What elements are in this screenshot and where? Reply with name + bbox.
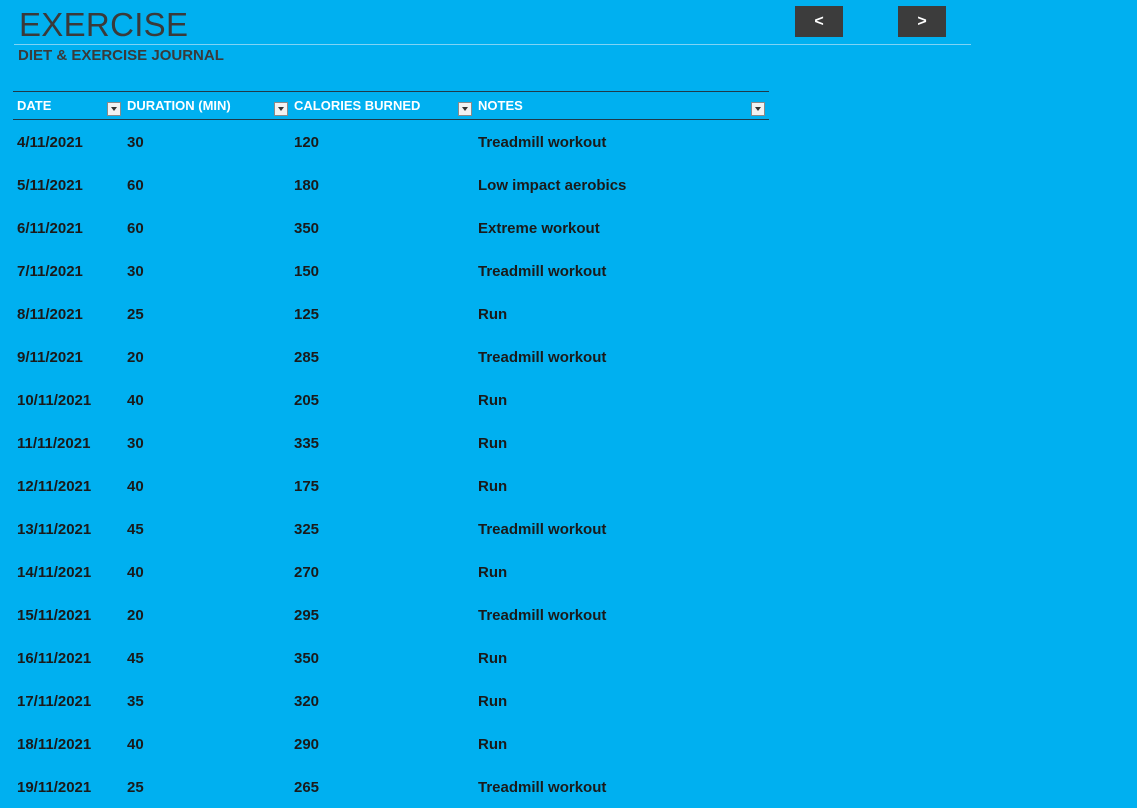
cell-date[interactable]: 19/11/2021	[17, 779, 91, 796]
column-header-date: DATE	[13, 92, 123, 119]
table-row[interactable]: 12/11/2021 40 175 Run	[13, 464, 769, 507]
filter-dropdown-icon[interactable]	[274, 102, 288, 116]
cell-date[interactable]: 6/11/2021	[17, 220, 83, 237]
cell-duration[interactable]: 45	[127, 521, 144, 538]
table-body: 4/11/2021 30 120 Treadmill workout 5/11/2021…	[13, 120, 769, 808]
cell-notes[interactable]: Run	[478, 693, 507, 710]
cell-calories[interactable]: 175	[294, 478, 319, 495]
table-row[interactable]: 16/11/2021 45 350 Run	[13, 636, 769, 679]
table-row[interactable]: 11/11/2021 30 335 Run	[13, 421, 769, 464]
cell-calories[interactable]: 290	[294, 736, 319, 753]
exercise-table: DATE DURATION (MIN) CALORIES BURNED NOTE…	[13, 91, 769, 808]
cell-calories[interactable]: 150	[294, 263, 319, 280]
cell-notes[interactable]: Treadmill workout	[478, 607, 606, 624]
cell-duration[interactable]: 30	[127, 263, 144, 280]
cell-calories[interactable]: 270	[294, 564, 319, 581]
filter-dropdown-icon[interactable]	[107, 102, 121, 116]
page-subtitle: DIET & EXERCISE JOURNAL	[18, 47, 224, 64]
table-row[interactable]: 6/11/2021 60 350 Extreme workout	[13, 206, 769, 249]
cell-duration[interactable]: 60	[127, 177, 144, 194]
column-header-label: DATE	[17, 98, 52, 113]
column-header-label: NOTES	[478, 98, 523, 113]
cell-notes[interactable]: Low impact aerobics	[478, 177, 626, 194]
cell-calories[interactable]: 265	[294, 779, 319, 796]
cell-calories[interactable]: 295	[294, 607, 319, 624]
column-header-label: DURATION (MIN)	[127, 98, 231, 113]
previous-sheet-button[interactable]: <	[795, 6, 843, 37]
cell-duration[interactable]: 25	[127, 306, 144, 323]
cell-duration[interactable]: 40	[127, 392, 144, 409]
cell-date[interactable]: 9/11/2021	[17, 349, 83, 366]
cell-duration[interactable]: 40	[127, 564, 144, 581]
cell-duration[interactable]: 20	[127, 349, 144, 366]
cell-calories[interactable]: 285	[294, 349, 319, 366]
cell-calories[interactable]: 320	[294, 693, 319, 710]
cell-notes[interactable]: Run	[478, 478, 507, 495]
filter-dropdown-icon[interactable]	[458, 102, 472, 116]
table-row[interactable]: 9/11/2021 20 285 Treadmill workout	[13, 335, 769, 378]
cell-date[interactable]: 15/11/2021	[17, 607, 91, 624]
cell-calories[interactable]: 120	[294, 134, 319, 151]
cell-date[interactable]: 12/11/2021	[17, 478, 91, 495]
filter-dropdown-icon[interactable]	[751, 102, 765, 116]
column-header-notes: NOTES	[474, 92, 769, 119]
cell-date[interactable]: 5/11/2021	[17, 177, 83, 194]
table-row[interactable]: 7/11/2021 30 150 Treadmill workout	[13, 249, 769, 292]
cell-duration[interactable]: 35	[127, 693, 144, 710]
table-header: DATE DURATION (MIN) CALORIES BURNED NOTE…	[13, 91, 769, 120]
cell-date[interactable]: 18/11/2021	[17, 736, 91, 753]
cell-date[interactable]: 4/11/2021	[17, 134, 83, 151]
cell-calories[interactable]: 125	[294, 306, 319, 323]
cell-calories[interactable]: 350	[294, 650, 319, 667]
cell-date[interactable]: 11/11/2021	[17, 435, 90, 452]
title-divider	[14, 44, 971, 45]
cell-calories[interactable]: 205	[294, 392, 319, 409]
cell-notes[interactable]: Treadmill workout	[478, 779, 606, 796]
column-header-calories: CALORIES BURNED	[290, 92, 474, 119]
cell-duration[interactable]: 60	[127, 220, 144, 237]
table-row[interactable]: 14/11/2021 40 270 Run	[13, 550, 769, 593]
table-row[interactable]: 4/11/2021 30 120 Treadmill workout	[13, 120, 769, 163]
cell-notes[interactable]: Run	[478, 650, 507, 667]
cell-notes[interactable]: Run	[478, 392, 507, 409]
table-row[interactable]: 13/11/2021 45 325 Treadmill workout	[13, 507, 769, 550]
cell-notes[interactable]: Treadmill workout	[478, 134, 606, 151]
cell-notes[interactable]: Run	[478, 564, 507, 581]
cell-notes[interactable]: Extreme workout	[478, 220, 600, 237]
cell-date[interactable]: 17/11/2021	[17, 693, 91, 710]
cell-duration[interactable]: 30	[127, 134, 144, 151]
cell-notes[interactable]: Run	[478, 736, 507, 753]
cell-date[interactable]: 7/11/2021	[17, 263, 83, 280]
column-header-label: CALORIES BURNED	[294, 98, 421, 113]
cell-duration[interactable]: 40	[127, 478, 144, 495]
cell-duration[interactable]: 40	[127, 736, 144, 753]
cell-notes[interactable]: Run	[478, 435, 507, 452]
table-row[interactable]: 18/11/2021 40 290 Run	[13, 722, 769, 765]
cell-duration[interactable]: 20	[127, 607, 144, 624]
table-row[interactable]: 17/11/2021 35 320 Run	[13, 679, 769, 722]
cell-calories[interactable]: 335	[294, 435, 319, 452]
page-title: EXERCISE	[19, 6, 189, 43]
column-header-duration: DURATION (MIN)	[123, 92, 290, 119]
cell-notes[interactable]: Treadmill workout	[478, 521, 606, 538]
cell-notes[interactable]: Treadmill workout	[478, 349, 606, 366]
table-row[interactable]: 10/11/2021 40 205 Run	[13, 378, 769, 421]
cell-duration[interactable]: 30	[127, 435, 144, 452]
cell-date[interactable]: 16/11/2021	[17, 650, 91, 667]
cell-date[interactable]: 14/11/2021	[17, 564, 91, 581]
cell-calories[interactable]: 325	[294, 521, 319, 538]
cell-date[interactable]: 13/11/2021	[17, 521, 91, 538]
table-row[interactable]: 8/11/2021 25 125 Run	[13, 292, 769, 335]
cell-date[interactable]: 8/11/2021	[17, 306, 83, 323]
cell-notes[interactable]: Treadmill workout	[478, 263, 606, 280]
cell-duration[interactable]: 45	[127, 650, 144, 667]
table-row[interactable]: 5/11/2021 60 180 Low impact aerobics	[13, 163, 769, 206]
table-row[interactable]: 15/11/2021 20 295 Treadmill workout	[13, 593, 769, 636]
cell-duration[interactable]: 25	[127, 779, 144, 796]
cell-calories[interactable]: 180	[294, 177, 319, 194]
cell-date[interactable]: 10/11/2021	[17, 392, 91, 409]
cell-calories[interactable]: 350	[294, 220, 319, 237]
cell-notes[interactable]: Run	[478, 306, 507, 323]
next-sheet-button[interactable]: >	[898, 6, 946, 37]
